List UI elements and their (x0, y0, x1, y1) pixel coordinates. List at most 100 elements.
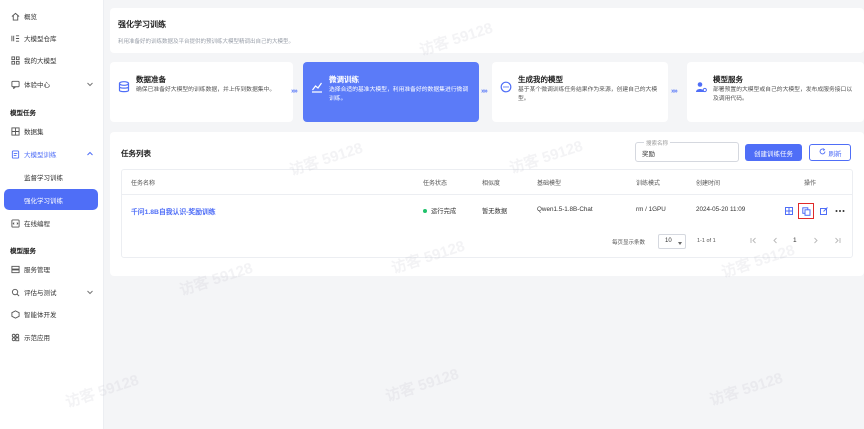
sidebar-item-label: 示范应用 (24, 335, 50, 342)
sidebar-item-label: 大模型仓库 (24, 36, 57, 43)
step-generate-model[interactable]: 生成我的模型 基于某个微调训练任务结果作为来源，创建自己的大模型。 (492, 62, 668, 122)
refresh-button[interactable]: 刷新 (809, 144, 851, 161)
page-title: 强化学习训练 (118, 20, 166, 29)
create-training-task-button[interactable]: 创建训练任务 (745, 144, 802, 161)
step-description: 选择合适的基准大模型，利用准备好的数据集进行微调训练。 (329, 87, 469, 102)
step-data-preparation[interactable]: 数据准备 确保已准备好大模型的训练数据，并上传到数据集中。 (110, 62, 293, 122)
sidebar-item-online-coding[interactable]: 在线编程 (0, 213, 104, 233)
step-arrow-icon: »» (481, 88, 488, 95)
sidebar-item-rl-training[interactable]: 强化学习训练 (4, 189, 98, 210)
sidebar-item-label: 大模型训练 (24, 152, 57, 159)
status-dot (423, 209, 427, 214)
step-description: 确保已准备好大模型的训练数据，并上传到数据集中。 (136, 87, 276, 93)
sidebar-item-label: 监督学习训练 (24, 175, 63, 182)
chevron-down-icon (86, 288, 94, 296)
sidebar-item-label: 智能体开发 (24, 312, 57, 319)
sidebar-item-dataset[interactable]: 数据集 (0, 121, 104, 141)
chat-bubble-icon (500, 80, 512, 93)
sidebar-item-label: 强化学习训练 (24, 197, 63, 205)
next-page-icon[interactable] (812, 237, 819, 246)
user-service-icon (695, 80, 707, 93)
step-title: 模型服务 (713, 75, 743, 84)
prev-page-icon[interactable] (772, 237, 779, 246)
per-page-value: 10 (665, 238, 672, 244)
row-actions (782, 203, 846, 219)
table-divider (122, 194, 852, 195)
pagination: 每页显示条数 10 1-1 of 1 1 (612, 233, 850, 251)
task-list-title: 任务列表 (121, 149, 151, 158)
sidebar-item-experience-center[interactable]: 体验中心 (0, 74, 104, 94)
refresh-icon (819, 148, 826, 157)
sidebar-item-evaluation[interactable]: 评估与测试 (0, 282, 104, 302)
chat-icon (10, 79, 20, 89)
column-header: 基础模型 (537, 181, 562, 187)
trend-chart-icon (311, 80, 323, 93)
sidebar-item-label: 概览 (24, 14, 37, 21)
agent-icon (10, 309, 20, 319)
edit-icon[interactable] (817, 205, 830, 218)
home-icon (10, 11, 20, 21)
task-training-mode: rm / 1GPU (636, 206, 666, 213)
page-subtitle: 利用准备好的训练数据及平台提供的预训练大模型精调出自己的大模型。 (118, 39, 295, 45)
first-page-icon[interactable] (750, 237, 757, 246)
column-header: 创建时间 (696, 181, 721, 187)
watermark: 访客 59128 (707, 369, 785, 410)
sidebar-item-label: 在线编程 (24, 221, 50, 228)
per-page-select[interactable]: 10 (658, 234, 686, 249)
search-input[interactable] (642, 147, 734, 158)
training-icon (10, 149, 20, 159)
step-title: 微调训练 (329, 75, 359, 84)
sidebar-item-label: 评估与测试 (24, 290, 57, 297)
task-base-model: Qwen1.5-1.8B-Chat (537, 206, 593, 213)
step-arrow-icon: »» (671, 88, 678, 95)
search-name-field: 搜索名称 (635, 139, 739, 162)
repository-icon (10, 33, 20, 43)
chevron-up-icon (86, 150, 94, 158)
page-range: 1-1 of 1 (697, 238, 716, 244)
code-icon (10, 218, 20, 228)
sidebar-item-model-repository[interactable]: 大模型仓库 (0, 28, 104, 48)
step-title: 数据准备 (136, 75, 166, 84)
column-header: 任务名称 (131, 181, 156, 187)
sidebar-item-agent-development[interactable]: 智能体开发 (0, 304, 104, 324)
sidebar-item-service-management[interactable]: 服务管理 (0, 259, 104, 279)
per-page-label: 每页显示条数 (612, 240, 646, 246)
copy-icon[interactable] (798, 203, 814, 219)
task-created-time: 2024-05-20 11:09 (696, 206, 746, 213)
more-icon[interactable] (833, 205, 846, 218)
sidebar-section-title: 模型任务 (10, 110, 36, 117)
step-fine-tuning[interactable]: 微调训练 选择合适的基准大模型，利用准备好的数据集进行微调训练。 (303, 62, 479, 122)
sidebar-item-demo-apps[interactable]: 示范应用 (0, 327, 104, 347)
step-description: 基于某个微调训练任务结果作为来源，创建自己的大模型。 (518, 87, 658, 102)
sidebar-item-label: 服务管理 (24, 267, 50, 274)
column-header: 操作 (804, 181, 817, 187)
column-header: 相似度 (482, 181, 501, 187)
sidebar-item-overview[interactable]: 概览 (0, 6, 104, 26)
task-table: 任务名称 任务状态 相似度 基础模型 训练模式 创建时间 操作 千问1.8B自我… (121, 169, 853, 258)
sidebar-item-label: 我的大模型 (24, 58, 57, 65)
sidebar-item-supervised-training[interactable]: 监督学习训练 (14, 167, 104, 187)
caret-down-icon (678, 241, 682, 245)
task-list-panel: 任务列表 搜索名称 创建训练任务 刷新 任务名称 任务状态 相似度 基础模型 训… (110, 132, 864, 276)
column-header: 训练模式 (636, 181, 661, 187)
current-page[interactable]: 1 (793, 237, 797, 244)
dataset-icon (10, 126, 20, 136)
sidebar-item-label: 体验中心 (24, 82, 50, 89)
step-model-service[interactable]: 模型服务 部署预置的大模型或自己的大模型，发布成服务接口以及调用代码。 (687, 62, 864, 122)
model-icon (10, 55, 20, 65)
watermark: 访客 59128 (383, 365, 461, 406)
sidebar-item-model-training[interactable]: 大模型训练 (0, 144, 104, 164)
apps-icon (10, 332, 20, 342)
chevron-down-icon (86, 80, 94, 88)
database-icon (118, 80, 130, 93)
column-header: 任务状态 (423, 181, 448, 187)
sidebar: 概览 大模型仓库 我的大模型 体验中心 模型任务 数据集 大模型训练 监督学习训… (0, 0, 104, 429)
refresh-label: 刷新 (828, 150, 842, 158)
status-text: 运行完成 (431, 208, 457, 215)
detail-grid-icon[interactable] (782, 205, 795, 218)
task-name-link[interactable]: 千问1.8B自我认识-奖励训练 (131, 206, 216, 216)
sidebar-item-my-models[interactable]: 我的大模型 (0, 50, 104, 70)
last-page-icon[interactable] (834, 237, 841, 246)
app-root: 概览 大模型仓库 我的大模型 体验中心 模型任务 数据集 大模型训练 监督学习训… (0, 0, 864, 429)
page-header: 强化学习训练 利用准备好的训练数据及平台提供的预训练大模型精调出自己的大模型。 (110, 8, 864, 53)
